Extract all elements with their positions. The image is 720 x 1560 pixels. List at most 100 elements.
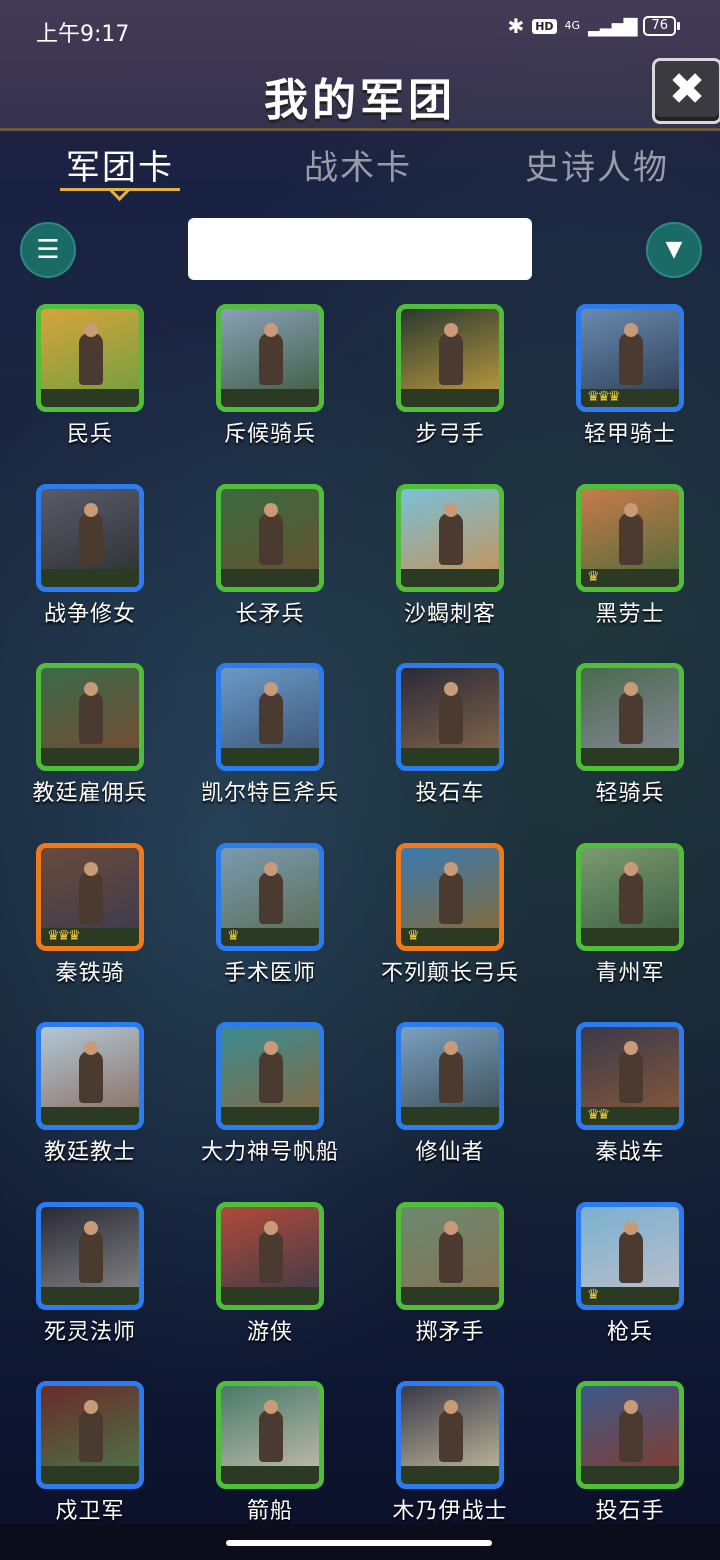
unit-portrait[interactable] <box>396 1202 504 1310</box>
tab-epic-heroes[interactable]: 史诗人物 <box>497 140 697 189</box>
unit-card[interactable]: 战争修女 <box>0 480 180 660</box>
unit-portrait[interactable] <box>216 1202 324 1310</box>
unit-portrait[interactable] <box>576 1381 684 1489</box>
unit-portrait[interactable]: ♛ <box>576 484 684 592</box>
unit-figure-head <box>84 1400 98 1414</box>
search-input[interactable] <box>188 218 532 280</box>
unit-figure-head <box>84 323 98 337</box>
tab-tactic-cards[interactable]: 战术卡 <box>258 140 458 189</box>
unit-portrait[interactable] <box>216 1381 324 1489</box>
unit-name: 修仙者 <box>415 1140 485 1165</box>
unit-portrait[interactable] <box>396 663 504 771</box>
unit-card[interactable]: ♛ 不列颠长弓兵 <box>360 839 540 1019</box>
unit-card[interactable]: 死灵法师 <box>0 1198 180 1378</box>
unit-figure-head <box>624 682 638 696</box>
unit-portrait[interactable] <box>396 1381 504 1489</box>
unit-portrait[interactable]: ♛♛ <box>576 1022 684 1130</box>
unit-card[interactable]: 教廷教士 <box>0 1018 180 1198</box>
unit-portrait[interactable] <box>36 484 144 592</box>
portrait-ground <box>401 389 499 407</box>
unit-figure <box>79 1231 103 1283</box>
unit-portrait[interactable]: ♛♛♛ <box>576 304 684 412</box>
portrait-ground <box>401 1107 499 1125</box>
unit-figure-head <box>624 862 638 876</box>
unit-portrait[interactable] <box>36 663 144 771</box>
unit-name: 战争修女 <box>43 602 136 627</box>
unit-figure-head <box>84 682 98 696</box>
unit-card[interactable]: 民兵 <box>0 300 180 480</box>
unit-figure <box>619 333 643 385</box>
unit-portrait[interactable]: ♛ <box>216 843 324 951</box>
unit-portrait[interactable] <box>216 1022 324 1130</box>
unit-card[interactable]: ♛ 手术医师 <box>180 839 360 1019</box>
unit-card[interactable]: 修仙者 <box>360 1018 540 1198</box>
unit-portrait[interactable] <box>36 1202 144 1310</box>
unit-card[interactable]: 斥候骑兵 <box>180 300 360 480</box>
list-icon: ☰ <box>36 235 60 265</box>
unit-figure <box>439 333 463 385</box>
unit-portrait[interactable] <box>396 304 504 412</box>
unit-figure <box>259 872 283 924</box>
unit-name: 手术医师 <box>223 961 316 986</box>
portrait-ground <box>401 748 499 766</box>
unit-name: 凯尔特巨斧兵 <box>200 781 339 806</box>
unit-card[interactable]: 凯尔特巨斧兵 <box>180 659 360 839</box>
unit-card[interactable]: ♛ 枪兵 <box>540 1198 720 1378</box>
portrait-ground <box>221 569 319 587</box>
unit-portrait[interactable]: ♛ <box>396 843 504 951</box>
unit-portrait[interactable]: ♛ <box>576 1202 684 1310</box>
unit-figure <box>259 513 283 565</box>
unit-portrait[interactable] <box>216 663 324 771</box>
unit-figure-head <box>264 682 278 696</box>
unit-portrait[interactable] <box>396 484 504 592</box>
unit-figure <box>439 872 463 924</box>
unit-figure-head <box>444 503 458 517</box>
unit-figure-head <box>624 1221 638 1235</box>
unit-card[interactable]: 掷矛手 <box>360 1198 540 1378</box>
home-indicator[interactable] <box>226 1540 492 1546</box>
unit-portrait[interactable] <box>36 1022 144 1130</box>
hd-icon: HD <box>532 18 557 34</box>
unit-figure <box>619 1051 643 1103</box>
unit-name: 掷矛手 <box>415 1320 485 1345</box>
unit-name: 长矛兵 <box>235 602 305 627</box>
unit-card[interactable]: 教廷雇佣兵 <box>0 659 180 839</box>
unit-figure-head <box>84 1041 98 1055</box>
unit-figure-head <box>444 1400 458 1414</box>
unit-card[interactable]: 长矛兵 <box>180 480 360 660</box>
unit-card[interactable]: 轻骑兵 <box>540 659 720 839</box>
unit-figure-head <box>264 1400 278 1414</box>
unit-card[interactable]: ♛♛♛ 轻甲骑士 <box>540 300 720 480</box>
unit-figure <box>439 1051 463 1103</box>
unit-figure <box>619 692 643 744</box>
unit-card[interactable]: 沙蝎刺客 <box>360 480 540 660</box>
unit-card[interactable]: 步弓手 <box>360 300 540 480</box>
unit-portrait[interactable] <box>396 1022 504 1130</box>
portrait-ground <box>41 1107 139 1125</box>
app-root: 我的军团 ✖ 上午9:17 ✱ HD 4G ▂▃▅▇ 76 军团卡 战术卡 史诗… <box>0 0 720 1560</box>
filter-icon: ▼ <box>665 237 683 262</box>
unit-portrait[interactable] <box>576 663 684 771</box>
unit-card[interactable]: 投石车 <box>360 659 540 839</box>
close-button[interactable]: ✖ <box>652 58 720 124</box>
unit-card[interactable]: ♛ 黑劳士 <box>540 480 720 660</box>
unit-card[interactable]: 大力神号帆船 <box>180 1018 360 1198</box>
unit-card[interactable]: ♛♛♛ 秦铁骑 <box>0 839 180 1019</box>
unit-name: 教廷雇佣兵 <box>32 781 148 806</box>
unit-portrait[interactable] <box>36 1381 144 1489</box>
network-label: 4G <box>564 19 581 32</box>
list-view-button[interactable]: ☰ <box>20 222 76 278</box>
portrait-ground <box>41 389 139 407</box>
filter-button[interactable]: ▼ <box>646 222 702 278</box>
unit-card[interactable]: 青州军 <box>540 839 720 1019</box>
portrait-ground <box>221 748 319 766</box>
unit-portrait[interactable] <box>216 304 324 412</box>
unit-portrait[interactable] <box>576 843 684 951</box>
unit-portrait[interactable]: ♛♛♛ <box>36 843 144 951</box>
unit-name: 青州军 <box>595 961 665 986</box>
unit-portrait[interactable] <box>36 304 144 412</box>
unit-card[interactable]: 游侠 <box>180 1198 360 1378</box>
crown-rank-icons: ♛ <box>587 1287 599 1303</box>
unit-portrait[interactable] <box>216 484 324 592</box>
unit-card[interactable]: ♛♛ 秦战车 <box>540 1018 720 1198</box>
